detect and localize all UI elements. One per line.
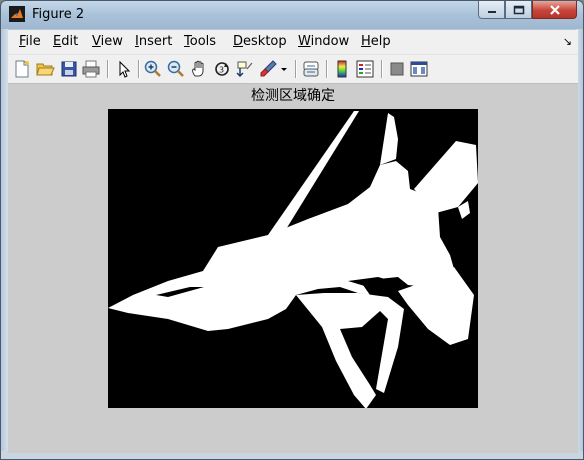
menu-view[interactable]: View <box>92 34 123 49</box>
close-icon <box>549 4 560 15</box>
toolbar-separator <box>381 60 383 78</box>
menu-help[interactable]: Help <box>361 34 391 49</box>
jet-silhouette-image <box>108 109 478 409</box>
binary-image-axes[interactable] <box>108 109 478 409</box>
pan-hand-icon[interactable] <box>189 59 209 79</box>
matlab-logo-icon <box>9 6 25 22</box>
window-title: Figure 2 <box>32 7 85 22</box>
toolbar-separator <box>138 60 140 78</box>
show-plot-tools-icon[interactable] <box>409 59 429 79</box>
link-plot-icon[interactable] <box>301 59 321 79</box>
menu-tools[interactable]: Tools <box>184 34 216 49</box>
menu-bar: File Edit View Insert Tools Desktop Wind… <box>8 30 578 55</box>
edit-plot-arrow-icon[interactable] <box>114 59 134 79</box>
toolbar-separator <box>295 60 297 78</box>
figure-toolbar: 3 <box>8 55 578 84</box>
menu-window[interactable]: Window <box>298 34 349 49</box>
svg-text:3: 3 <box>219 66 224 75</box>
window-border-left <box>1 29 8 459</box>
close-button[interactable] <box>532 1 577 19</box>
hide-plot-tools-icon[interactable] <box>387 59 407 79</box>
brush-dropdown-icon[interactable] <box>279 59 289 79</box>
new-figure-icon[interactable] <box>12 59 32 79</box>
data-cursor-icon[interactable] <box>235 59 255 79</box>
legend-icon[interactable] <box>355 59 375 79</box>
minimize-icon <box>487 10 496 13</box>
menu-insert[interactable]: Insert <box>135 34 172 49</box>
menu-desktop[interactable]: Desktop <box>233 34 287 49</box>
menu-dock-arrow-icon[interactable]: ↘ <box>563 35 572 48</box>
figure-window: Figure 2 File Edit View Insert Tools Des… <box>0 0 584 460</box>
maximize-button[interactable] <box>505 1 532 19</box>
menu-edit[interactable]: Edit <box>53 34 78 49</box>
zoom-in-icon[interactable] <box>143 59 163 79</box>
maximize-icon <box>513 5 524 14</box>
save-icon[interactable] <box>59 59 79 79</box>
rotate-3d-icon[interactable]: 3 <box>212 59 232 79</box>
figure-canvas: 检测区域确定 <box>8 84 578 453</box>
open-file-icon[interactable] <box>35 59 55 79</box>
minimize-button[interactable] <box>478 1 505 19</box>
print-icon[interactable] <box>81 59 101 79</box>
axes-title: 检测区域确定 <box>251 88 335 104</box>
brush-icon[interactable] <box>258 59 278 79</box>
menu-file[interactable]: File <box>19 34 41 49</box>
colorbar-icon[interactable] <box>332 59 352 79</box>
toolbar-separator <box>107 60 109 78</box>
toolbar-separator <box>326 60 328 78</box>
zoom-out-icon[interactable] <box>166 59 186 79</box>
title-bar[interactable]: Figure 2 <box>1 1 583 29</box>
